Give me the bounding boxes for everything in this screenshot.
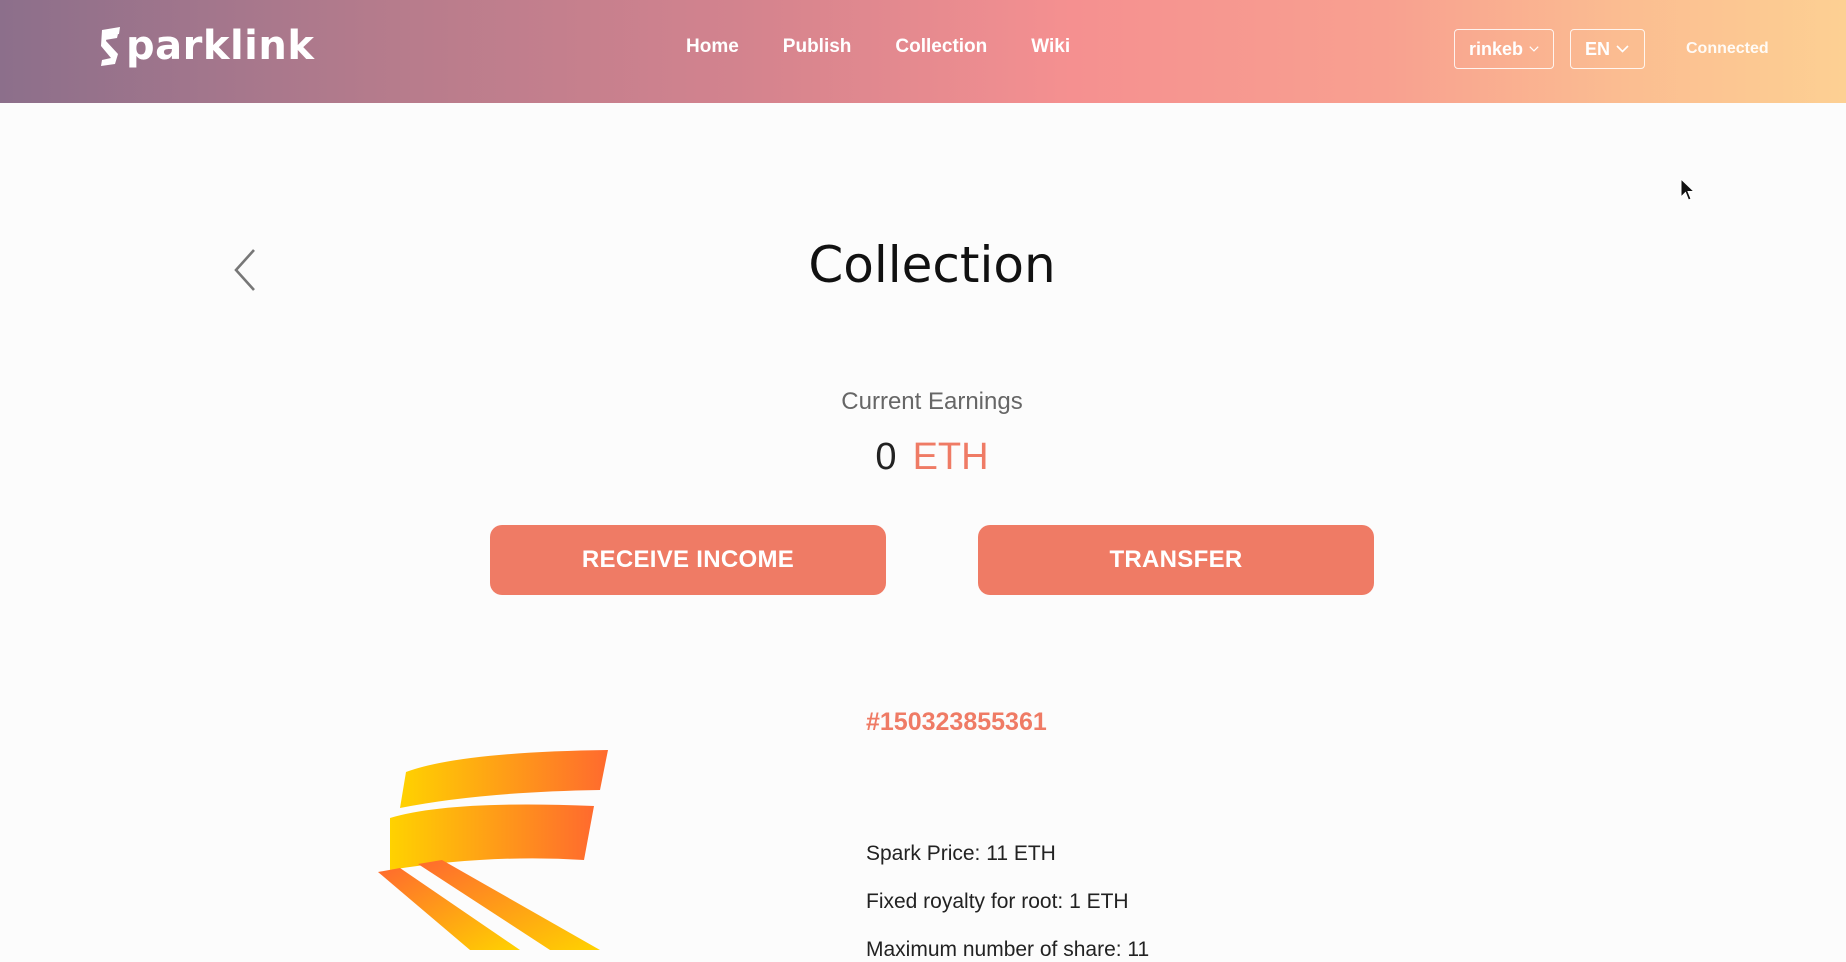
network-select[interactable]: rinkeb bbox=[1454, 29, 1554, 69]
nft-artwork-image[interactable] bbox=[370, 748, 620, 950]
mouse-pointer-icon bbox=[1680, 178, 1696, 201]
sparklink-s-logo-icon bbox=[101, 27, 120, 66]
nav-publish[interactable]: Publish bbox=[783, 36, 852, 58]
max-shares: Maximum number of share: 11 bbox=[866, 938, 1150, 961]
receive-income-button[interactable]: RECEIVE INCOME bbox=[490, 525, 886, 595]
network-select-value: rinkeb bbox=[1469, 38, 1524, 59]
nav-wiki[interactable]: Wiki bbox=[1031, 36, 1070, 58]
main-nav: Home Publish Collection Wiki bbox=[686, 36, 1114, 58]
earnings-amount: 0 bbox=[875, 436, 897, 478]
earnings-unit: ETH bbox=[912, 436, 989, 478]
chevron-down-icon bbox=[1616, 45, 1629, 53]
spark-price: Spark Price: 11 ETH bbox=[866, 842, 1056, 865]
transfer-button[interactable]: TRANSFER bbox=[978, 525, 1374, 595]
nav-collection[interactable]: Collection bbox=[895, 36, 987, 58]
sparklink-logo[interactable]: parklink bbox=[98, 22, 314, 70]
earnings-value-row: 0 ETH bbox=[0, 436, 1846, 479]
fixed-royalty: Fixed royalty for root: 1 ETH bbox=[866, 890, 1129, 913]
page-title: Collection bbox=[808, 236, 1056, 294]
token-id: #150323855361 bbox=[866, 708, 1047, 736]
language-select-value: EN bbox=[1585, 38, 1611, 59]
chevron-down-icon bbox=[1529, 46, 1539, 52]
nav-home[interactable]: Home bbox=[686, 36, 739, 58]
wallet-status[interactable]: Connected bbox=[1686, 40, 1769, 58]
earnings-label: Current Earnings bbox=[841, 388, 1023, 415]
brand-name: parklink bbox=[126, 23, 315, 69]
language-select[interactable]: EN bbox=[1570, 29, 1645, 69]
top-navbar: parklink Home Publish Collection Wiki ri… bbox=[0, 0, 1846, 103]
